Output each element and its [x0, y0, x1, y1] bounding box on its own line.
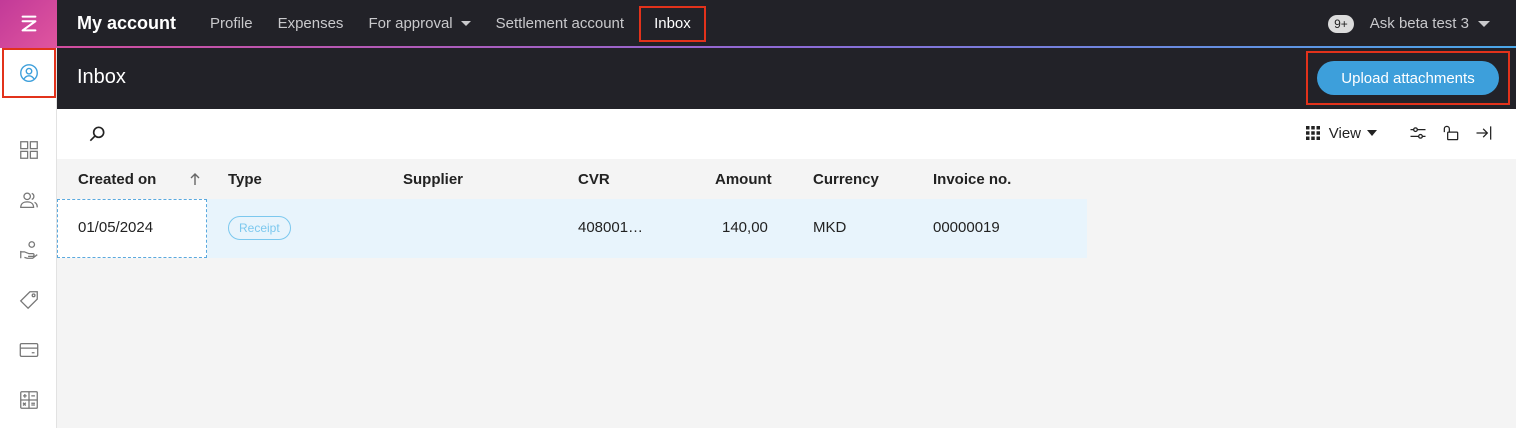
search-icon[interactable]	[87, 124, 107, 144]
sidebar-item-account[interactable]	[2, 48, 56, 98]
logo-icon[interactable]	[0, 0, 57, 48]
sidebar-item-tags[interactable]	[0, 278, 57, 322]
col-supplier[interactable]: Supplier	[403, 171, 463, 188]
upload-attachments-button[interactable]: Upload attachments	[1317, 61, 1499, 95]
sidebar-item-cards[interactable]	[0, 328, 57, 372]
upload-highlight: Upload attachments	[1306, 51, 1510, 105]
type-badge: Receipt	[228, 216, 291, 240]
nav-profile-label: Profile	[210, 15, 253, 32]
col-amount[interactable]: Amount	[715, 171, 772, 188]
dashboard-icon	[19, 141, 38, 159]
brand-title[interactable]: My account	[77, 13, 176, 34]
col-invoice-no[interactable]: Invoice no.	[933, 171, 1011, 188]
col-cvr[interactable]: CVR	[578, 171, 610, 188]
table-row[interactable]: 01/05/2024 Receipt 408001… 140,00 MKD 00…	[57, 199, 1087, 258]
user-name: Ask beta test 3	[1369, 15, 1469, 32]
nav-inbox[interactable]: Inbox	[639, 5, 706, 42]
nav-inbox-label: Inbox	[654, 15, 691, 32]
inbox-table: Created on Type Supplier CVR Amount Curr…	[57, 159, 1087, 258]
chevron-down-icon	[1478, 20, 1490, 27]
cell-currency: MKD	[813, 219, 847, 236]
col-currency[interactable]: Currency	[813, 171, 879, 188]
cell-created-on: 01/05/2024	[78, 219, 154, 236]
user-menu[interactable]: Ask beta test 3	[1370, 15, 1490, 32]
page-header: Inbox Upload attachments	[57, 48, 1516, 109]
toolbar-tools: View	[1305, 123, 1494, 143]
people-icon	[19, 192, 38, 208]
cell-invoice-no: 00000019	[933, 219, 1000, 236]
user-icon	[20, 64, 38, 82]
nav-settlement-account[interactable]: Settlement account	[496, 6, 624, 42]
nav-expenses-label: Expenses	[277, 15, 344, 32]
sidebar-item-dashboard[interactable]	[0, 128, 57, 172]
cell-amount: 140,00	[722, 219, 768, 236]
app-root: My account Profile Expenses For approval…	[0, 0, 1516, 428]
nav-expenses[interactable]: Expenses	[278, 6, 344, 42]
calculator-icon	[19, 391, 38, 409]
col-type[interactable]: Type	[228, 171, 262, 188]
sidebar-item-people[interactable]	[0, 178, 57, 222]
nav-for-approval-label: For approval	[368, 15, 453, 32]
filter-sliders-icon[interactable]	[1408, 123, 1428, 143]
nav-profile[interactable]: Profile	[210, 6, 253, 42]
card-icon	[19, 342, 38, 358]
chevron-down-icon	[1367, 130, 1377, 136]
sidebar-item-payments[interactable]	[0, 228, 57, 272]
chevron-down-icon	[460, 21, 471, 26]
nav-settlement-label: Settlement account	[495, 15, 625, 32]
page-title: Inbox	[77, 66, 126, 88]
sidebar-item-calculator[interactable]	[0, 378, 57, 422]
hand-money-icon	[19, 241, 38, 259]
top-navigation: My account Profile Expenses For approval…	[57, 0, 1516, 47]
left-sidebar	[0, 0, 57, 428]
cell-cvr: 408001…	[578, 219, 644, 236]
tag-icon	[19, 291, 38, 310]
view-dropdown[interactable]: View	[1305, 124, 1377, 142]
collapse-panel-icon[interactable]	[1474, 123, 1494, 143]
sort-arrow-up-icon[interactable]	[189, 172, 201, 186]
table-toolbar: View	[57, 109, 1516, 159]
notification-badge[interactable]: 9+	[1328, 14, 1354, 33]
nav-right: 9+ Ask beta test 3	[1328, 0, 1490, 47]
col-created-on[interactable]: Created on	[78, 171, 156, 188]
table-header: Created on Type Supplier CVR Amount Curr…	[57, 159, 1087, 199]
view-label: View	[1328, 124, 1361, 142]
unlock-icon[interactable]	[1441, 123, 1461, 143]
nav-for-approval[interactable]: For approval	[368, 6, 471, 42]
grid-icon	[1305, 126, 1320, 140]
